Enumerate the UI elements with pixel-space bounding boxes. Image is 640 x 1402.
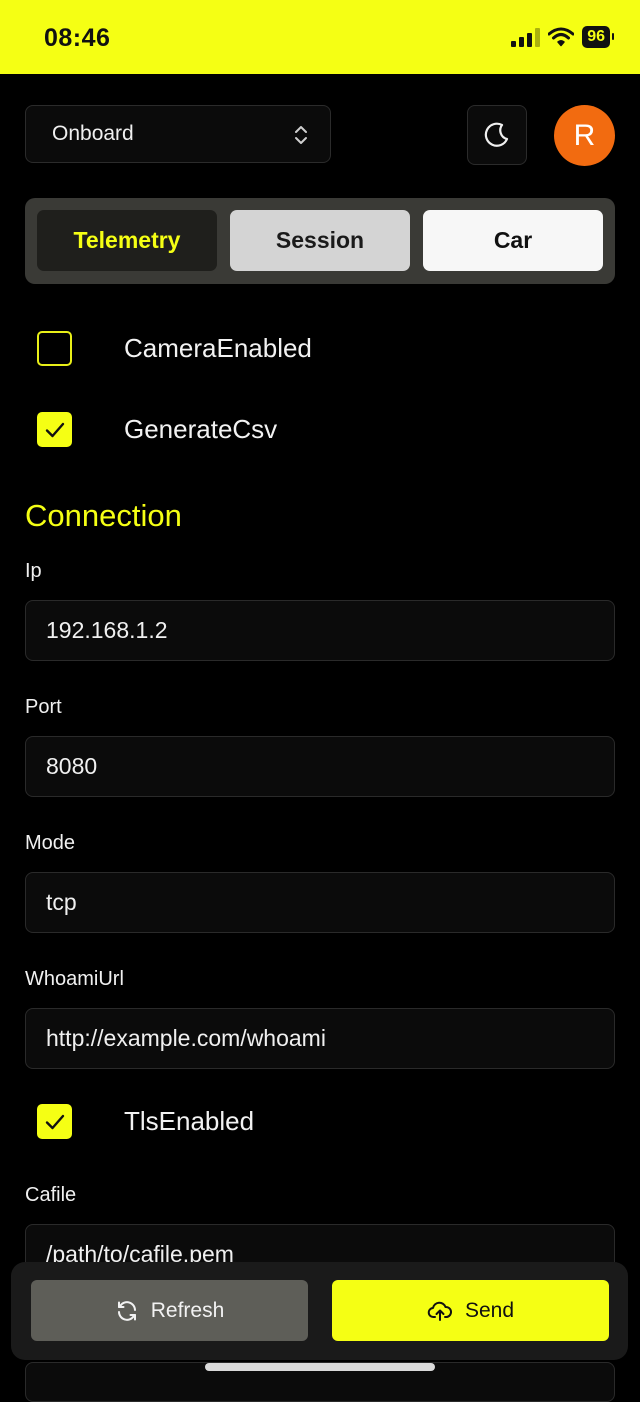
tab-car[interactable]: Car: [423, 210, 603, 271]
moon-icon: [484, 122, 509, 147]
tab-bar: Telemetry Session Car: [25, 198, 615, 284]
signal-icon: [511, 27, 541, 47]
port-label: Port: [25, 696, 62, 718]
tls-enabled-checkbox[interactable]: [37, 1104, 72, 1139]
status-bar: 08:46 96: [0, 0, 640, 74]
whoami-url-label: WhoamiUrl: [25, 968, 124, 990]
option-camera-enabled[interactable]: CameraEnabled: [37, 331, 312, 366]
mode-select[interactable]: Onboard: [25, 105, 331, 163]
tls-enabled-label: TlsEnabled: [124, 1106, 255, 1136]
check-icon: [45, 422, 64, 437]
cloud-upload-icon: [427, 1301, 452, 1321]
option-tls-enabled[interactable]: TlsEnabled: [37, 1104, 254, 1139]
mode-label: Mode: [25, 832, 76, 854]
home-indicator[interactable]: [205, 1363, 435, 1371]
port-field[interactable]: 8080: [25, 736, 615, 797]
option-generate-csv[interactable]: GenerateCsv: [37, 412, 277, 447]
refresh-label: Refresh: [150, 1298, 225, 1322]
camera-enabled-checkbox[interactable]: [37, 331, 72, 366]
avatar[interactable]: R: [554, 105, 615, 166]
check-icon: [45, 1114, 64, 1129]
whoami-url-field[interactable]: http://example.com/whoami: [25, 1008, 615, 1069]
send-label: Send: [464, 1298, 515, 1322]
ip-label: Ip: [25, 560, 42, 582]
mode-field[interactable]: tcp: [25, 872, 615, 933]
section-title-connection: Connection: [25, 498, 182, 533]
theme-toggle-button[interactable]: [467, 105, 527, 165]
send-button[interactable]: Send: [332, 1280, 609, 1341]
action-bar: Refresh Send: [11, 1262, 628, 1360]
ip-field[interactable]: 192.168.1.2: [25, 600, 615, 661]
refresh-button[interactable]: Refresh: [31, 1280, 308, 1341]
tab-telemetry[interactable]: Telemetry: [37, 210, 217, 271]
cafile-label: Cafile: [25, 1184, 77, 1206]
mode-select-value: Onboard: [52, 122, 134, 145]
battery-icon: 96: [582, 26, 614, 48]
chevron-updown-icon: [295, 126, 307, 144]
generate-csv-checkbox[interactable]: [37, 412, 72, 447]
top-bar: Onboard R: [25, 105, 615, 167]
status-icons: 96: [511, 24, 614, 50]
status-time: 08:46: [44, 24, 111, 52]
generate-csv-label: GenerateCsv: [124, 414, 278, 444]
refresh-icon: [117, 1300, 136, 1321]
wifi-icon: [548, 27, 575, 47]
tab-session[interactable]: Session: [230, 210, 410, 271]
camera-enabled-label: CameraEnabled: [124, 333, 312, 363]
